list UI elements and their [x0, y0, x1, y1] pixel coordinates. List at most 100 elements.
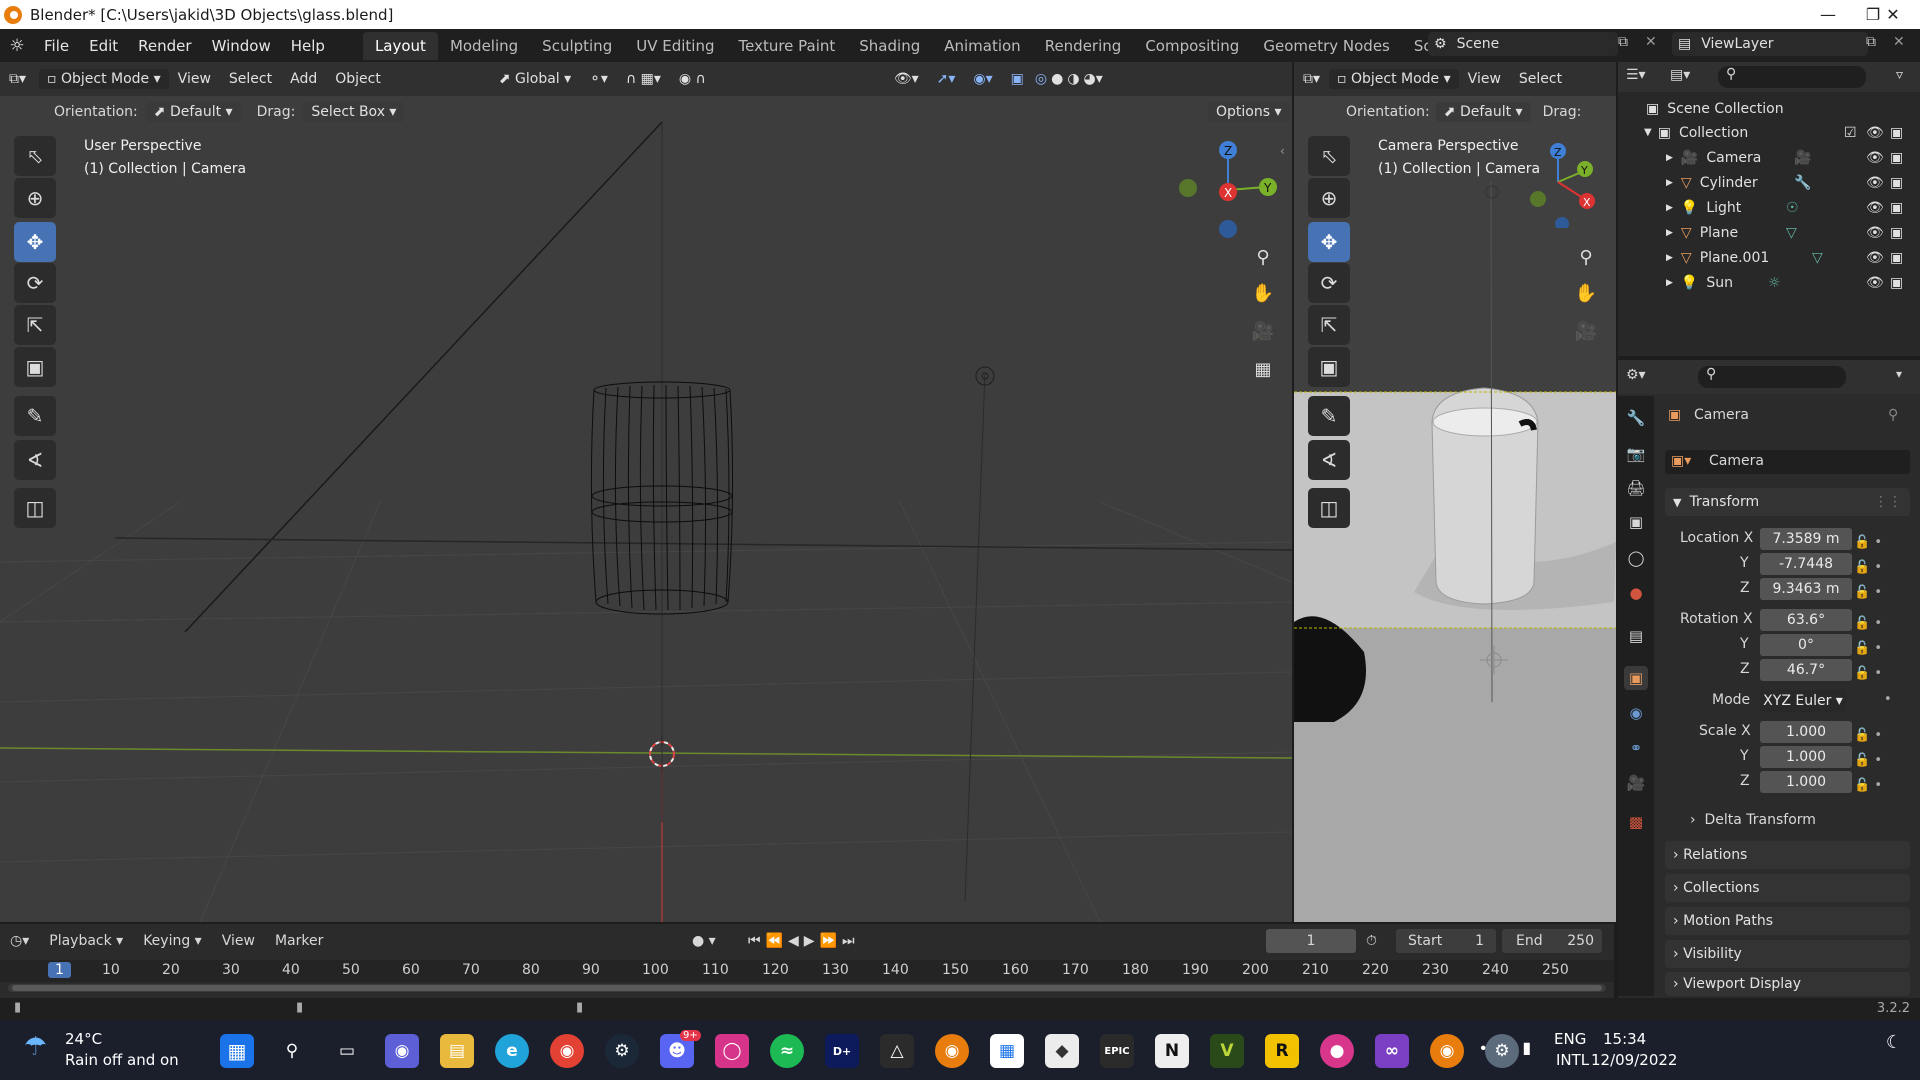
camera-render-icon[interactable]: ▣ [1890, 150, 1903, 166]
start-frame-field[interactable]: Start 1 [1396, 929, 1496, 953]
editor-type-icon[interactable]: ⧉▾ [0, 71, 35, 87]
tab-modeling[interactable]: Modeling [438, 32, 530, 60]
notification-icon[interactable]: ☾ [1886, 1032, 1902, 1053]
object-name-field[interactable]: ▣▾ Camera [1665, 450, 1910, 474]
menu-window[interactable]: Window [202, 33, 281, 59]
menu-keying[interactable]: Keying ▾ [133, 933, 212, 949]
camera-pan-hand-icon[interactable]: ✋ [1571, 278, 1601, 308]
tab-compositing[interactable]: Compositing [1133, 32, 1251, 60]
zoom-icon[interactable]: ⚲ [1248, 242, 1278, 272]
collapse-arrow-icon[interactable]: ▼ [1644, 127, 1652, 138]
tab-shading[interactable]: Shading [847, 32, 932, 60]
lock-icons[interactable]: 🔓 • 🔓 • 🔓 • [1854, 530, 1882, 605]
current-frame-marker[interactable]: 1 [48, 962, 71, 978]
app-r-icon[interactable]: R [1265, 1034, 1299, 1068]
scale-x-field[interactable]: 1.000 [1760, 721, 1852, 743]
tab-animation[interactable]: Animation [932, 32, 1032, 60]
notion-icon[interactable]: N [1155, 1034, 1189, 1068]
chrome-icon[interactable]: ◉ [550, 1034, 584, 1068]
expand-arrow-icon[interactable]: ▶ [1666, 228, 1673, 238]
rotation-mode-dropdown[interactable]: XYZ Euler ▾ [1760, 690, 1846, 712]
select-tool-icon[interactable]: ⬁ [14, 136, 56, 176]
drag-handle-icon[interactable]: ⋮⋮ [1874, 494, 1902, 510]
outliner-search-input[interactable]: ⚲ [1718, 66, 1866, 88]
view-layer-selector[interactable]: ▤ ViewLayer [1672, 32, 1868, 56]
collections-section[interactable]: › Collections [1665, 874, 1910, 902]
epic-games-icon[interactable]: EPIC [1100, 1034, 1134, 1068]
shading-rendered-icon[interactable]: ◕▾ [1082, 71, 1105, 87]
end-frame-field[interactable]: End 250 [1502, 929, 1602, 953]
chat-icon[interactable]: ◉ [385, 1034, 419, 1068]
camera-select-tool-icon[interactable]: ⬁ [1308, 136, 1350, 176]
xray-icon[interactable]: ▣ [1002, 71, 1033, 87]
timeline-menu-view[interactable]: View [212, 933, 265, 949]
outliner-item-plane[interactable]: ▶ ▽ Plane ▽ 👁 ▣ [1618, 220, 1920, 245]
remove-view-layer-icon[interactable]: ✕ [1893, 34, 1905, 50]
weather-rain-icon[interactable]: ☂ [24, 1032, 47, 1062]
menu-view[interactable]: View [169, 71, 220, 87]
tab-sculpting[interactable]: Sculpting [530, 32, 624, 60]
vim-icon[interactable]: V [1210, 1034, 1244, 1068]
stopwatch-icon[interactable]: ⏱ [1366, 933, 1377, 949]
timeline-editor-type-icon[interactable]: ◷▾ [0, 933, 39, 949]
camera-view-toggle-icon[interactable]: 🎥 [1571, 316, 1601, 346]
motion-paths-section[interactable]: › Motion Paths [1665, 907, 1910, 935]
properties-editor-type-icon[interactable]: ⚙▾ [1626, 367, 1646, 383]
blender-menu-icon[interactable]: ☼ [0, 36, 34, 56]
task-view-icon[interactable]: ▭ [330, 1034, 364, 1068]
outliner-item-camera[interactable]: ▶ 🎥 Camera 🎥 👁 ▣ [1618, 145, 1920, 170]
add-cube-tool-icon[interactable]: ◫ [14, 488, 56, 528]
menu-edit[interactable]: Edit [79, 33, 128, 59]
rotation-lock-icons[interactable]: 🔓 • 🔓 • 🔓 • [1854, 611, 1882, 686]
tab-texture-paint[interactable]: Texture Paint [726, 32, 847, 60]
clock-date[interactable]: 12/09/2022 [1591, 1051, 1677, 1069]
light-eye-icon[interactable]: 👁 [1866, 200, 1884, 216]
menu-render[interactable]: Render [128, 33, 201, 59]
scale-z-field[interactable]: 1.000 [1760, 771, 1852, 793]
world-tab-icon[interactable]: ● [1624, 581, 1648, 605]
view-layer-tab-icon[interactable]: ▣ [1624, 510, 1648, 534]
outliner-item-plane-001[interactable]: ▶ ▽ Plane.001 ▽ 👁 ▣ [1618, 245, 1920, 270]
minimize-icon[interactable]: — [1805, 0, 1851, 29]
orientation-dropdown[interactable]: ⬈ Default ▾ [145, 102, 241, 122]
expand-arrow-icon[interactable]: ▶ [1666, 253, 1673, 263]
firefox-dev-icon[interactable]: ● [1320, 1034, 1354, 1068]
roblox-icon[interactable]: ◆ [1045, 1034, 1079, 1068]
plane-render-icon[interactable]: ▣ [1890, 225, 1903, 241]
ortho-grid-icon[interactable]: ▦ [1248, 354, 1278, 384]
language-layout-label[interactable]: INTL [1556, 1051, 1589, 1069]
visibility-icon[interactable]: 👁▾ [885, 71, 928, 87]
drag-dropdown[interactable]: Select Box ▾ [303, 102, 405, 122]
camera-move-tool-icon[interactable]: ✥ [1308, 222, 1350, 262]
language-label[interactable]: ENG [1554, 1030, 1586, 1048]
settings-icon[interactable]: ⚙ [1485, 1034, 1519, 1068]
location-x-field[interactable]: 7.3589 m [1760, 528, 1852, 550]
menu-add[interactable]: Add [281, 71, 326, 87]
pan-hand-icon[interactable]: ✋ [1248, 278, 1278, 308]
clock-time[interactable]: 15:34 [1603, 1030, 1646, 1048]
expand-arrow-icon[interactable]: ▶ [1666, 203, 1673, 213]
camera-zoom-icon[interactable]: ⚲ [1571, 242, 1601, 272]
transform-panel-header[interactable]: ▼ Transform ⋮⋮ [1665, 488, 1910, 516]
outliner-item-light[interactable]: ▶ 💡 Light ☉ 👁 ▣ [1618, 195, 1920, 220]
plane-eye-icon[interactable]: 👁 [1866, 225, 1884, 241]
menu-file[interactable]: File [34, 33, 79, 59]
proportional-edit-icon[interactable]: ◉ ∩ [670, 71, 715, 87]
menu-playback[interactable]: Playback ▾ [39, 933, 133, 949]
menu-object[interactable]: Object [326, 71, 390, 87]
tool-tab-icon[interactable]: 🔧 [1624, 406, 1648, 430]
properties-options-icon[interactable]: ▾ [1896, 367, 1902, 381]
plane-mesh-data-icon[interactable]: ▽ [1786, 225, 1797, 241]
collection-tab-icon[interactable]: ▤ [1624, 624, 1648, 648]
sun-data-icon[interactable]: ☼ [1768, 275, 1781, 291]
blender-taskbar-icon-1[interactable]: ◉ [935, 1034, 969, 1068]
mode-keyframe-icon[interactable]: • [1884, 692, 1892, 707]
output-tab-icon[interactable]: 🖨 [1624, 476, 1648, 500]
visibility-eye-icon[interactable]: 👁 [1866, 125, 1884, 141]
object-data-tab-icon[interactable]: 🎥 [1624, 771, 1648, 795]
camera-editor-type-icon[interactable]: ⧉▾ [1294, 71, 1329, 87]
camera-view-icon[interactable]: 🎥 [1248, 316, 1278, 346]
shading-material-icon[interactable]: ◑ [1065, 71, 1081, 87]
camera-data-icon[interactable]: 🎥 [1794, 150, 1811, 166]
current-frame-field[interactable]: 1 [1266, 929, 1356, 953]
